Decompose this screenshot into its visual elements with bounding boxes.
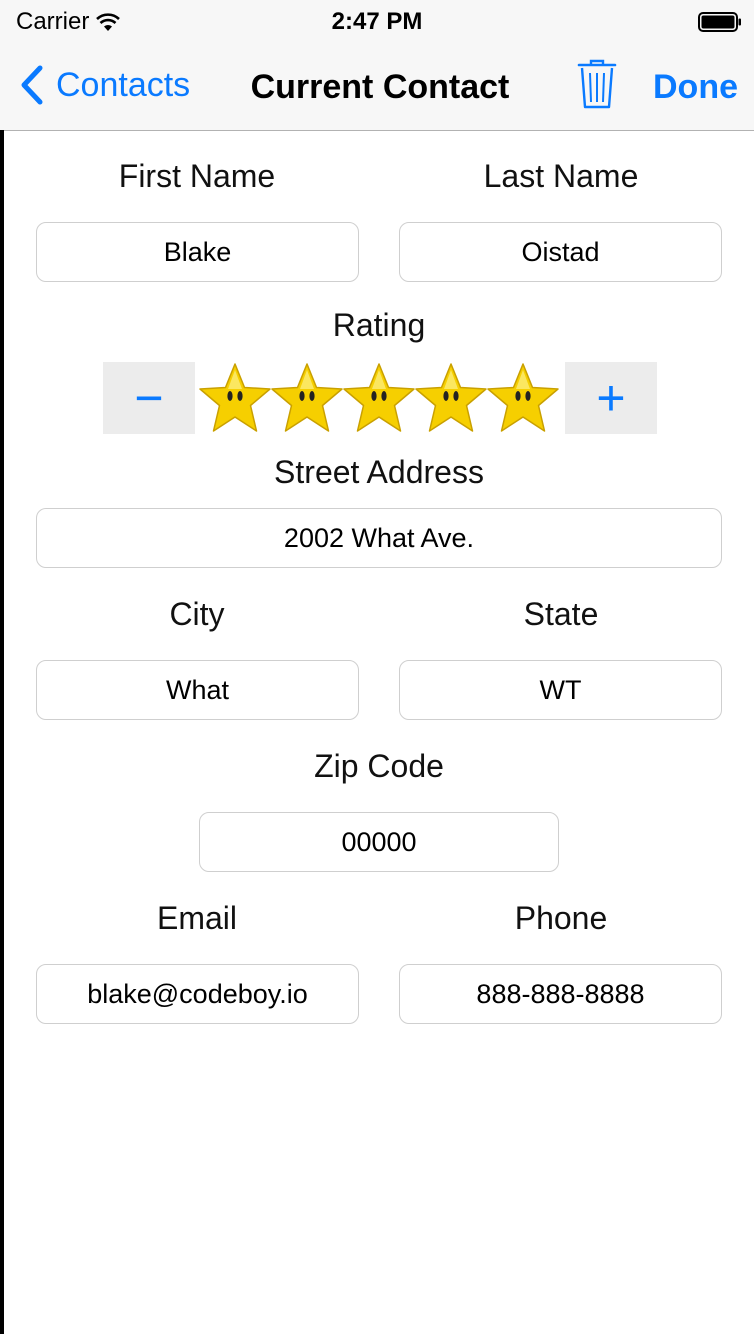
star-icon — [487, 363, 559, 432]
contact-detail-screen: Carrier 2:47 PM Contacts Current Contact — [0, 0, 754, 1334]
star-icon — [415, 363, 487, 432]
email-field[interactable]: blake@codeboy.io — [36, 964, 359, 1024]
last-name-field[interactable]: Oistad — [399, 222, 722, 282]
street-address-label: Street Address — [274, 454, 484, 490]
star-icon — [343, 363, 415, 432]
city-field[interactable]: What — [36, 660, 359, 720]
phone-label: Phone — [514, 900, 608, 936]
page-title: Current Contact — [250, 68, 510, 106]
last-name-label: Last Name — [483, 158, 639, 194]
rating-increment-button[interactable]: + — [565, 362, 657, 434]
rating-label: Rating — [332, 307, 426, 343]
status-bar: Carrier 2:47 PM — [0, 0, 754, 44]
phone-field[interactable]: 888-888-8888 — [399, 964, 722, 1024]
zip-code-field[interactable]: 00000 — [199, 812, 559, 872]
star-icon — [271, 363, 343, 432]
rating-decrement-button[interactable]: − — [103, 362, 195, 434]
street-address-field[interactable]: 2002 What Ave. — [36, 508, 722, 568]
zip-code-label: Zip Code — [314, 748, 444, 784]
email-label: Email — [156, 900, 237, 936]
first-name-field[interactable]: Blake — [36, 222, 359, 282]
star-icon — [199, 363, 271, 432]
battery-icon — [698, 12, 741, 32]
trash-icon[interactable] — [576, 58, 618, 110]
first-name-label: First Name — [118, 158, 276, 194]
done-button[interactable]: Done — [653, 68, 738, 107]
status-time: 2:47 PM — [331, 8, 423, 35]
state-label: State — [523, 596, 599, 632]
navigation-bar: Contacts Current Contact Done — [0, 44, 754, 131]
city-label: City — [169, 596, 225, 632]
state-field[interactable]: WT — [399, 660, 722, 720]
